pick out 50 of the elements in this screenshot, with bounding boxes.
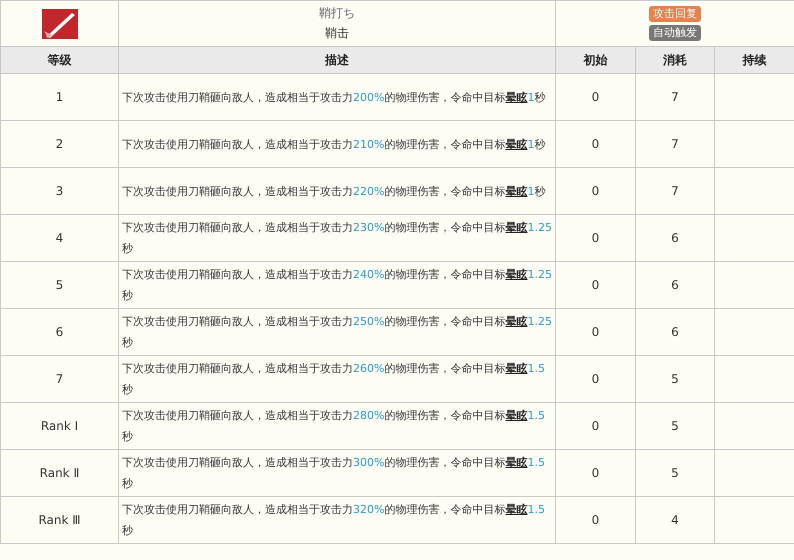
initial-cell: 0	[556, 262, 636, 308]
cost-cell: 7	[636, 120, 714, 168]
cost-cell: 5	[636, 450, 714, 496]
cost-cell: 6	[636, 308, 714, 356]
description-text: 下次攻击使用刀鞘砸向敌人，造成相当于攻击力260%的物理伤害，令命中目标晕眩1.5 秒	[118, 356, 556, 402]
description-text: 下次攻击使用刀鞘砸向敌人，造成相当于攻击力300%的物理伤害，令命中目标晕眩1.5 秒	[118, 450, 556, 496]
skill-tag: 自动触发	[649, 25, 702, 41]
level-cell: Rank Ⅱ	[0, 450, 118, 496]
skill-name-japanese: 鞘打ち	[319, 5, 355, 22]
level-cell: 6	[0, 308, 118, 356]
cost-cell: 5	[636, 402, 714, 450]
column-header: 初始	[556, 46, 636, 74]
skill-name: 鞘击	[325, 25, 349, 42]
initial-cell: 0	[556, 308, 636, 356]
cost-cell: 6	[636, 262, 714, 308]
skill-tag: 攻击回复	[649, 6, 702, 22]
column-header: 消耗	[636, 46, 714, 74]
level-cell: Rank Ⅰ	[0, 402, 118, 450]
description-text: 下次攻击使用刀鞘砸向敌人，造成相当于攻击力200%的物理伤害，令命中目标晕眩1秒	[118, 74, 556, 120]
cost-cell: 6	[636, 214, 714, 262]
column-header: 持续	[714, 46, 794, 74]
cost-cell: 4	[636, 496, 714, 544]
cost-cell: 5	[636, 356, 714, 402]
initial-cell: 0	[556, 356, 636, 402]
initial-cell: 0	[556, 168, 636, 214]
description-text: 下次攻击使用刀鞘砸向敌人，造成相当于攻击力280%的物理伤害，令命中目标晕眩1.5 秒	[118, 402, 556, 450]
description-text: 下次攻击使用刀鞘砸向敌人，造成相当于攻击力320%的物理伤害，令命中目标晕眩1.5 秒	[118, 496, 556, 544]
level-cell: 4	[0, 214, 118, 262]
level-cell: 7	[0, 356, 118, 402]
initial-cell: 0	[556, 74, 636, 120]
initial-cell: 0	[556, 402, 636, 450]
description-text: 下次攻击使用刀鞘砸向敌人，造成相当于攻击力240%的物理伤害，令命中目标晕眩1.25 秒	[118, 262, 556, 308]
initial-cell: 0	[556, 120, 636, 168]
description-text: 下次攻击使用刀鞘砸向敌人，造成相当于攻击力230%的物理伤害，令命中目标晕眩1.25 秒	[118, 214, 556, 262]
skill-icon	[42, 8, 78, 38]
level-cell: 1	[0, 74, 118, 120]
cost-cell: 7	[636, 74, 714, 120]
initial-cell: 0	[556, 214, 636, 262]
column-header: 等级	[0, 46, 118, 74]
cost-cell: 7	[636, 168, 714, 214]
initial-cell: 0	[556, 496, 636, 544]
level-cell: 3	[0, 168, 118, 214]
description-text: 下次攻击使用刀鞘砸向敌人，造成相当于攻击力210%的物理伤害，令命中目标晕眩1秒	[118, 120, 556, 168]
level-cell: 2	[0, 120, 118, 168]
column-header: 描述	[118, 46, 556, 74]
level-cell: Rank Ⅲ	[0, 496, 118, 544]
initial-cell: 0	[556, 450, 636, 496]
level-cell: 5	[0, 262, 118, 308]
description-text: 下次攻击使用刀鞘砸向敌人，造成相当于攻击力220%的物理伤害，令命中目标晕眩1秒	[118, 168, 556, 214]
description-text: 下次攻击使用刀鞘砸向敌人，造成相当于攻击力250%的物理伤害，令命中目标晕眩1.25 秒	[118, 308, 556, 356]
